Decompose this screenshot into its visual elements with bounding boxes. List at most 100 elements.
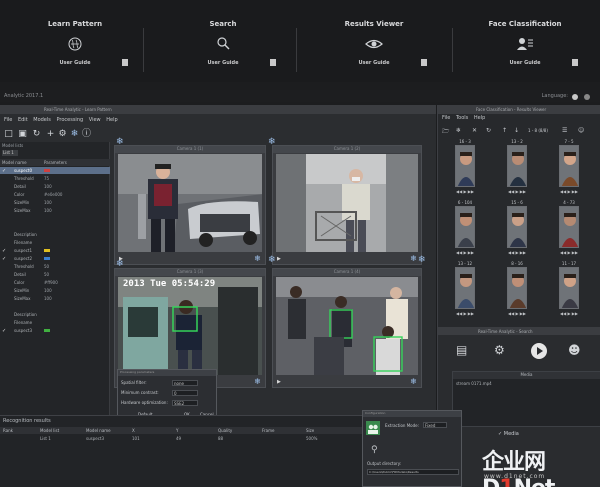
video-tile[interactable]: Camera 1 (4) ▶ ❄ [272, 268, 422, 388]
model-list-row[interactable]: Detail 50 [0, 271, 110, 278]
sort-label[interactable]: 1 - 8 (8/8) [528, 128, 548, 133]
add-icon[interactable]: + [46, 129, 55, 139]
list-icon[interactable]: ☰ [562, 127, 567, 134]
face-card[interactable]: 8 - 16 ◀◀ ▶ ▶▶ [506, 261, 528, 319]
face-thumbnail[interactable] [455, 145, 475, 187]
play-icon[interactable]: ▶ [277, 256, 281, 262]
playback-controls-icon[interactable]: ◀◀ ▶ ▶▶ [506, 189, 528, 194]
model-list-row[interactable]: SizeMax 100 [0, 295, 110, 302]
extraction-mode-select[interactable]: Fixed [423, 422, 447, 428]
menu-processing[interactable]: Processing [56, 117, 83, 123]
media-mode-option[interactable]: ✓ Media [498, 431, 519, 437]
checkbox-icon[interactable]: ✓ [2, 328, 6, 334]
import-icon[interactable]: ▤ [456, 343, 467, 357]
column-parameters[interactable]: Parameters [44, 160, 67, 165]
save-icon[interactable]: ▣ [18, 129, 27, 139]
menu-view[interactable]: View [89, 117, 101, 123]
launcher-face-classification[interactable]: Face Classification User Guide [450, 0, 600, 82]
menu-edit[interactable]: Edit [18, 117, 28, 123]
menu-file[interactable]: File [442, 115, 450, 121]
snowflake-icon[interactable]: ❄ [268, 255, 276, 265]
document-icon[interactable] [572, 59, 578, 66]
column-size[interactable]: Size [306, 428, 314, 433]
model-list-row[interactable] [0, 303, 110, 310]
model-list-row[interactable]: SizeMin 100 [0, 199, 110, 206]
model-list-row[interactable]: ✓ suspect3 [0, 327, 110, 334]
document-icon[interactable] [270, 59, 276, 66]
model-list-row[interactable]: ✓ suspect0 [0, 167, 110, 174]
table-row[interactable]: stream 0171.mp4 [453, 379, 600, 388]
snowflake-icon[interactable]: ❄ [116, 137, 124, 147]
settings-gear-icon[interactable]: ⚙ [494, 343, 505, 357]
model-list-row[interactable]: ✓ suspect2 [0, 255, 110, 262]
column-y[interactable]: Y [176, 428, 178, 433]
model-list-row[interactable]: Detail 100 [0, 183, 110, 190]
refresh-icon[interactable]: ↻ [486, 127, 491, 134]
column-model-name[interactable]: Model name [2, 160, 27, 165]
menu-tools[interactable]: Tools [456, 115, 468, 121]
video-tile[interactable]: Camera 1 (1) ▶ ❄ [114, 145, 266, 265]
face-card[interactable]: 4 - 73 ◀◀ ▶ ▶▶ [558, 200, 580, 258]
minimum-contrast-input[interactable]: 0 [172, 390, 198, 396]
playback-controls-icon[interactable]: ◀◀ ▶ ▶▶ [454, 311, 476, 316]
down-arrow-icon[interactable]: ↓ [514, 127, 519, 134]
snowflake-icon[interactable]: ❄ [254, 377, 261, 386]
model-list-row[interactable]: ✓ suspect1 [0, 247, 110, 254]
playback-controls-icon[interactable]: ◀◀ ▶ ▶▶ [506, 311, 528, 316]
snowflake-icon[interactable]: ❄ [116, 259, 124, 269]
hardware-optimization-select[interactable]: SSE2 [172, 400, 198, 406]
snowflake-icon[interactable]: ❄ [418, 255, 426, 265]
face-card[interactable]: 7 - 5 ◀◀ ▶ ▶▶ [558, 139, 580, 197]
menu-models[interactable]: Models [33, 117, 51, 123]
refresh-icon[interactable]: ↻ [32, 129, 41, 139]
settings-icon[interactable] [584, 94, 590, 100]
settings-gear-icon[interactable]: ⚙ [58, 129, 67, 139]
model-list-row[interactable] [0, 215, 110, 222]
model-list-row[interactable]: Threshold 75 [0, 175, 110, 182]
column-rank[interactable]: Rank [3, 428, 13, 433]
model-list-row[interactable]: Filename [0, 319, 110, 326]
new-document-icon[interactable]: □ [4, 129, 13, 139]
face-thumbnail[interactable] [559, 206, 579, 248]
face-card[interactable]: 16 - 3 ◀◀ ▶ ▶▶ [454, 139, 476, 197]
menu-help[interactable]: Help [106, 117, 117, 123]
spatial-filter-select[interactable]: none [172, 380, 198, 386]
checkbox-icon[interactable]: ✓ [2, 168, 6, 174]
model-list-row[interactable]: Color #e0e000 [0, 191, 110, 198]
snowflake-icon[interactable]: ❄ [410, 377, 417, 386]
user-icon[interactable]: ☻ [568, 343, 581, 357]
search-icon[interactable]: ⚲ [371, 445, 378, 455]
snowflake-icon[interactable]: ❄ [456, 127, 461, 134]
face-thumbnail[interactable] [507, 145, 527, 187]
face-thumbnail[interactable] [455, 267, 475, 309]
launcher-results-viewer[interactable]: Results Viewer User Guide [299, 0, 449, 82]
face-thumbnail[interactable] [507, 206, 527, 248]
model-list-row[interactable]: SizeMax 100 [0, 207, 110, 214]
face-card[interactable]: 15 - 6 ◀◀ ▶ ▶▶ [506, 200, 528, 258]
user-icon[interactable]: ☺ [578, 127, 584, 134]
model-list-row[interactable]: Description [0, 311, 110, 318]
play-icon[interactable] [531, 343, 547, 359]
playback-controls-icon[interactable]: ◀◀ ▶ ▶▶ [454, 250, 476, 255]
face-card[interactable]: 13 - 2 ◀◀ ▶ ▶▶ [506, 139, 528, 197]
document-icon[interactable] [421, 59, 427, 66]
column-frame[interactable]: Frame [262, 428, 274, 433]
tab-list-1[interactable]: List 1 [2, 150, 18, 156]
output-directory-input[interactable]: C:\Users\Public\FRModels\Results [367, 469, 459, 475]
document-icon[interactable] [122, 59, 128, 66]
video-tile[interactable]: Camera 1 (2) ▶ ❄ [272, 145, 422, 265]
menu-help[interactable]: Help [474, 115, 485, 121]
model-list-row[interactable]: Filename [0, 239, 110, 246]
playback-controls-icon[interactable]: ◀◀ ▶ ▶▶ [558, 250, 580, 255]
snowflake-icon[interactable]: ❄ [410, 254, 417, 263]
face-card[interactable]: 6 - 104 ◀◀ ▶ ▶▶ [454, 200, 476, 258]
folder-icon[interactable]: 🗁 [442, 127, 449, 137]
column-model-name[interactable]: Model name [86, 428, 111, 433]
model-list-row[interactable] [0, 223, 110, 230]
snowflake-icon[interactable]: ❄ [70, 129, 79, 139]
media-column-header[interactable]: Media [453, 372, 600, 379]
model-list-row[interactable]: SizeMin 100 [0, 287, 110, 294]
face-thumbnail[interactable] [507, 267, 527, 309]
snowflake-icon[interactable]: ❄ [254, 254, 261, 263]
playback-controls-icon[interactable]: ◀◀ ▶ ▶▶ [454, 189, 476, 194]
